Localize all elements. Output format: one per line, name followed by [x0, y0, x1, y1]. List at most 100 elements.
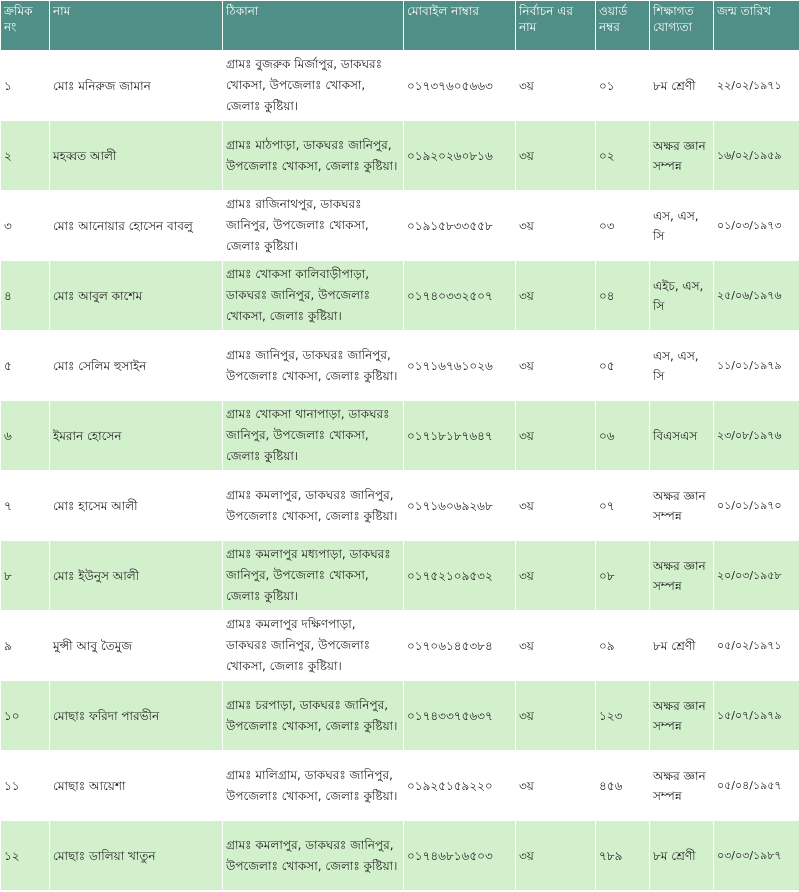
table-row: ৭ মোঃ হাসেম আলী গ্রামঃ কমলাপুর, ডাকঘরঃ জান…: [0, 470, 799, 541]
table-row: ১০ মোছাঃ ফরিদা পারভীন গ্রামঃ চরপাড়া, ডাকঘ…: [0, 680, 799, 751]
table-row: ১২ মোছাঃ ডালিয়া খাতুন গ্রামঃ কমলাপুর, ডাক…: [0, 820, 799, 891]
row-dob-cell: ২২/০২/১৯৭১: [713, 50, 799, 121]
header-name: নাম: [49, 0, 223, 51]
row-dob-cell: ১৬/০২/১৯৫৯: [713, 120, 799, 191]
row-education-cell: ৮ম শ্রেণী: [649, 610, 714, 681]
row-election-cell: ৩য়: [515, 400, 596, 471]
row-serial-cell: ৪: [0, 260, 50, 331]
row-ward-cell: ০২: [595, 120, 650, 191]
row-serial-cell: ৬: [0, 400, 50, 471]
row-name-cell: মুন্সী আবু তৈমুজ: [49, 610, 223, 681]
row-serial-cell: ২: [0, 120, 50, 191]
row-education-cell: এইচ, এস, সি: [649, 260, 714, 331]
table-row: ২ মহব্বত আলী গ্রামঃ মাঠপাড়া, ডাকঘরঃ জানিপ…: [0, 120, 799, 191]
row-address-cell: গ্রামঃ রাজিনাথপুর, ডাকঘরঃ জানিপুর, উপজেল…: [222, 190, 404, 261]
header-row: ক্রমিক নং নাম ঠিকানা মোবাইল নাম্বার নির্…: [0, 0, 799, 51]
row-dob-cell: ০১/০৩/১৯৭৩: [713, 190, 799, 261]
row-name-cell: মোঃ ইউনুস আলী: [49, 540, 223, 611]
row-name-cell: মোঃ সেলিম হুসাইন: [49, 330, 223, 401]
row-address-cell: গ্রামঃ চরপাড়া, ডাকঘরঃ জানিপুর, উপজেলাঃ …: [222, 680, 404, 751]
row-address-cell: গ্রামঃ কমলাপুর দক্ষিণপাড়া, ডাকঘরঃ জানিপ…: [222, 610, 404, 681]
row-election-cell: ৩য়: [515, 610, 596, 681]
row-dob-cell: ১১/০১/১৯৭৯: [713, 330, 799, 401]
row-serial-cell: ৭: [0, 470, 50, 541]
row-dob-cell: ১৫/০৭/১৯৭৯: [713, 680, 799, 751]
header-serial: ক্রমিক নং: [0, 0, 50, 51]
table-row: ৫ মোঃ সেলিম হুসাইন গ্রামঃ জানিপুর, ডাকঘরঃ …: [0, 330, 799, 401]
row-address-cell: গ্রামঃ কমলাপুর, ডাকঘরঃ জানিপুর, উপজেলাঃ …: [222, 470, 404, 541]
row-serial-cell: ৯: [0, 610, 50, 681]
row-ward-cell: ০৯: [595, 610, 650, 681]
row-mobile-cell: ০১৭৫২১০৯৫৩২: [403, 540, 516, 611]
header-election: নির্বাচন এর নাম: [515, 0, 596, 51]
header-dob: জন্ম তারিখ: [713, 0, 799, 51]
row-serial-cell: ৮: [0, 540, 50, 611]
row-ward-cell: ০৫: [595, 330, 650, 401]
row-mobile-cell: ০১৭৪৩৩৭৫৬৩৭: [403, 680, 516, 751]
row-election-cell: ৩য়: [515, 120, 596, 191]
table-row: ৬ ইমরান হোসেন গ্রামঃ খোকসা থানাপাড়া, ডাকঘ…: [0, 400, 799, 471]
row-mobile-cell: ০১৭৪৬৮১৬৫০৩: [403, 820, 516, 891]
row-education-cell: অক্ষর জ্ঞান সম্পন্ন: [649, 470, 714, 541]
row-election-cell: ৩য়: [515, 680, 596, 751]
table-body: ১ মোঃ মনিরুজ জামান গ্রামঃ বুজরুক মির্জাপুর…: [0, 50, 799, 891]
row-serial-cell: ১: [0, 50, 50, 121]
table-row: ১১ মোছাঃ আয়েশা গ্রামঃ মালিগ্রাম, ডাকঘরঃ জ…: [0, 750, 799, 821]
row-name-cell: মোছাঃ ফরিদা পারভীন: [49, 680, 223, 751]
row-mobile-cell: ০১৯২০২৬০৮১৬: [403, 120, 516, 191]
row-name-cell: মোঃ মনিরুজ জামান: [49, 50, 223, 121]
row-name-cell: মোঃ আনোয়ার হোসেন বাবলু: [49, 190, 223, 261]
table-header: ক্রমিক নং নাম ঠিকানা মোবাইল নাম্বার নির্…: [0, 0, 799, 51]
header-education: শিক্ষাগত যোগ্যতা: [649, 0, 714, 51]
header-mobile: মোবাইল নাম্বার: [403, 0, 516, 51]
row-election-cell: ৩য়: [515, 470, 596, 541]
row-name-cell: মহব্বত আলী: [49, 120, 223, 191]
table-row: ৯ মুন্সী আবু তৈমুজ গ্রামঃ কমলাপুর দক্ষিণপা…: [0, 610, 799, 681]
row-mobile-cell: ০১৭১৬৭৬১০২৬: [403, 330, 516, 401]
row-education-cell: ৮ম শ্রেণী: [649, 820, 714, 891]
row-education-cell: অক্ষর জ্ঞান সম্পন্ন: [649, 680, 714, 751]
row-mobile-cell: ০১৭১৮১৮৭৬৪৭: [403, 400, 516, 471]
row-ward-cell: ৪৫৬: [595, 750, 650, 821]
row-dob-cell: ০৩/০৩/১৯৮৭: [713, 820, 799, 891]
table-row: ১ মোঃ মনিরুজ জামান গ্রামঃ বুজরুক মির্জাপুর…: [0, 50, 799, 121]
row-dob-cell: ২৩/০৮/১৯৭৬: [713, 400, 799, 471]
row-education-cell: অক্ষর জ্ঞান সম্পন্ন: [649, 120, 714, 191]
members-table: ক্রমিক নং নাম ঠিকানা মোবাইল নাম্বার নির্…: [0, 0, 799, 891]
row-name-cell: মোছাঃ ডালিয়া খাতুন: [49, 820, 223, 891]
row-dob-cell: ০৫/০৪/১৯৫৭: [713, 750, 799, 821]
row-name-cell: মোঃ হাসেম আলী: [49, 470, 223, 541]
row-mobile-cell: ০১৯২৫১৫৯২২০: [403, 750, 516, 821]
row-ward-cell: ৭৮৯: [595, 820, 650, 891]
table-row: ৮ মোঃ ইউনুস আলী গ্রামঃ কমলাপুর মধ্যপাড়া, …: [0, 540, 799, 611]
row-serial-cell: ৫: [0, 330, 50, 401]
row-ward-cell: ১২৩: [595, 680, 650, 751]
row-education-cell: বিএসএস: [649, 400, 714, 471]
row-address-cell: গ্রামঃ মালিগ্রাম, ডাকঘরঃ জানিপুর, উপজেলা…: [222, 750, 404, 821]
row-dob-cell: ২০/০৩/১৯৫৮: [713, 540, 799, 611]
row-mobile-cell: ০১৯১৫৮৩৩৫৫৮: [403, 190, 516, 261]
row-election-cell: ৩য়: [515, 540, 596, 611]
row-address-cell: গ্রামঃ খোকসা কালিবাড়ীপাড়া, ডাকঘরঃ জানি…: [222, 260, 404, 331]
table-row: ৪ মোঃ আবুল কাশেম গ্রামঃ খোকসা কালিবাড়ীপাড…: [0, 260, 799, 331]
row-election-cell: ৩য়: [515, 820, 596, 891]
row-serial-cell: ৩: [0, 190, 50, 261]
row-mobile-cell: ০১৭১৬০৬৯২৬৮: [403, 470, 516, 541]
row-education-cell: এস, এস, সি: [649, 330, 714, 401]
row-serial-cell: ১০: [0, 680, 50, 751]
header-address: ঠিকানা: [222, 0, 404, 51]
row-serial-cell: ১২: [0, 820, 50, 891]
row-education-cell: অক্ষর জ্ঞান সম্পন্ন: [649, 540, 714, 611]
row-address-cell: গ্রামঃ কমলাপুর মধ্যপাড়া, ডাকঘরঃ জানিপুর…: [222, 540, 404, 611]
row-mobile-cell: ০১৭৩৭৬০৫৬৬৩: [403, 50, 516, 121]
row-address-cell: গ্রামঃ কমলাপুর, ডাকঘরঃ জানিপুর, উপজেলাঃ …: [222, 820, 404, 891]
row-dob-cell: ০১/০১/১৯৭০: [713, 470, 799, 541]
row-education-cell: অক্ষর জ্ঞান সম্পন্ন: [649, 750, 714, 821]
row-ward-cell: ০৬: [595, 400, 650, 471]
row-address-cell: গ্রামঃ মাঠপাড়া, ডাকঘরঃ জানিপুর, উপজেলাঃ…: [222, 120, 404, 191]
row-election-cell: ৩য়: [515, 260, 596, 331]
row-mobile-cell: ০১৭৪০৩৩২৫০৭: [403, 260, 516, 331]
row-dob-cell: ২৫/০৬/১৯৭৬: [713, 260, 799, 331]
row-serial-cell: ১১: [0, 750, 50, 821]
row-election-cell: ৩য়: [515, 50, 596, 121]
